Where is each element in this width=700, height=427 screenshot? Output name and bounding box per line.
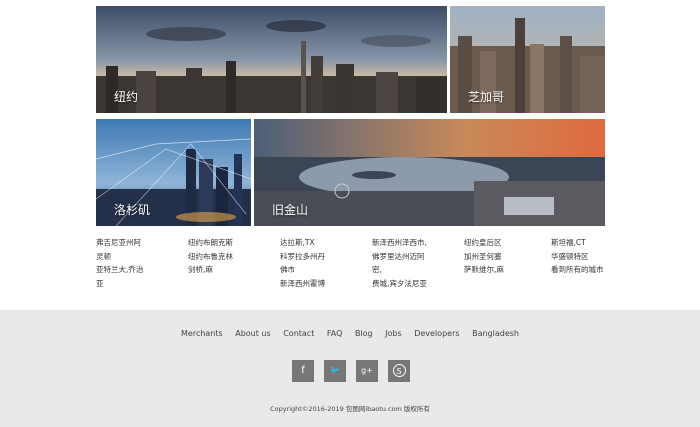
skype-icon[interactable]: S: [388, 360, 410, 382]
city-link[interactable]: 华盛顿特区: [551, 250, 604, 264]
tile-label: 芝加哥: [468, 90, 505, 104]
footer-link-merchants[interactable]: Merchants: [181, 329, 223, 338]
city-tile-new-york[interactable]: 纽约: [96, 6, 447, 113]
city-link[interactable]: 密,: [372, 263, 427, 277]
footer-link-blog[interactable]: Blog: [355, 329, 373, 338]
city-link[interactable]: 科罗拉多州丹: [280, 250, 325, 264]
city-link[interactable]: 斯坦福,CT: [551, 236, 604, 250]
link-column: 新泽西州泽西市, 佛罗里达州迈阿 密, 费城,宾夕法尼亚: [372, 236, 427, 290]
facebook-icon[interactable]: f: [292, 360, 314, 382]
city-photo: [96, 6, 447, 113]
google-plus-icon[interactable]: g+: [356, 360, 378, 382]
city-link[interactable]: 灵顿: [96, 250, 143, 264]
see-all-cities-link[interactable]: 看到所有的城市: [551, 263, 604, 277]
footer-link-contact[interactable]: Contact: [283, 329, 314, 338]
link-column: 纽约皇后区 加州圣何塞 萨默维尔,麻: [464, 236, 504, 277]
city-links: 弗吉尼亚州阿 灵顿 亚特兰大,乔治 亚 纽约布朗克斯 纽约布鲁克林 剑桥,麻 达…: [96, 236, 616, 292]
city-link[interactable]: 亚特兰大,乔治: [96, 263, 143, 277]
link-column: 纽约布朗克斯 纽约布鲁克林 剑桥,麻: [188, 236, 233, 277]
page: 纽约 芝加哥 洛杉矶 旧金山 弗吉尼亚州阿 灵顿 亚特兰大,乔治 亚 纽约布朗克…: [0, 0, 700, 427]
footer: Merchants About us Contact FAQ Blog Jobs…: [0, 310, 700, 427]
footer-nav: Merchants About us Contact FAQ Blog Jobs…: [0, 329, 700, 338]
city-link[interactable]: 剑桥,麻: [188, 263, 233, 277]
city-link[interactable]: 新泽西州霍博: [280, 277, 325, 291]
city-link[interactable]: 佛罗里达州迈阿: [372, 250, 427, 264]
city-link[interactable]: 萨默维尔,麻: [464, 263, 504, 277]
city-link[interactable]: 纽约皇后区: [464, 236, 504, 250]
city-tile-san-francisco[interactable]: 旧金山: [254, 119, 605, 226]
social-links: f 🐦 g+ S: [292, 360, 410, 382]
skype-glyph: S: [392, 364, 406, 377]
city-tile-los-angeles[interactable]: 洛杉矶: [96, 119, 251, 226]
city-link[interactable]: 加州圣何塞: [464, 250, 504, 264]
tile-label: 洛杉矶: [114, 203, 151, 217]
city-link[interactable]: 新泽西州泽西市,: [372, 236, 427, 250]
footer-link-about-us[interactable]: About us: [235, 329, 270, 338]
link-column: 弗吉尼亚州阿 灵顿 亚特兰大,乔治 亚: [96, 236, 143, 290]
twitter-glyph: 🐦: [330, 366, 340, 375]
tile-label: 纽约: [114, 90, 139, 104]
city-link[interactable]: 弗吉尼亚州阿: [96, 236, 143, 250]
tile-label: 旧金山: [272, 203, 309, 217]
city-link[interactable]: 费城,宾夕法尼亚: [372, 277, 427, 291]
footer-link-bangladesh[interactable]: Bangladesh: [472, 329, 519, 338]
twitter-icon[interactable]: 🐦: [324, 360, 346, 382]
link-column: 达拉斯,TX 科罗拉多州丹 佛市 新泽西州霍博: [280, 236, 325, 290]
city-gallery: 纽约 芝加哥 洛杉矶 旧金山: [96, 6, 605, 226]
copyright-text: Copyright©2016-2019 包图网ibaotu.com 版权所有: [270, 405, 430, 413]
city-link[interactable]: 纽约布朗克斯: [188, 236, 233, 250]
google-plus-glyph: g+: [361, 366, 373, 375]
footer-link-faq[interactable]: FAQ: [327, 329, 343, 338]
city-link[interactable]: 佛市: [280, 263, 325, 277]
facebook-glyph: f: [301, 365, 305, 376]
footer-link-developers[interactable]: Developers: [414, 329, 459, 338]
city-link[interactable]: 达拉斯,TX: [280, 236, 325, 250]
city-link[interactable]: 亚: [96, 277, 143, 291]
city-tile-chicago[interactable]: 芝加哥: [450, 6, 605, 113]
link-column: 斯坦福,CT 华盛顿特区 看到所有的城市: [551, 236, 604, 277]
footer-link-jobs[interactable]: Jobs: [385, 329, 402, 338]
city-link[interactable]: 纽约布鲁克林: [188, 250, 233, 264]
